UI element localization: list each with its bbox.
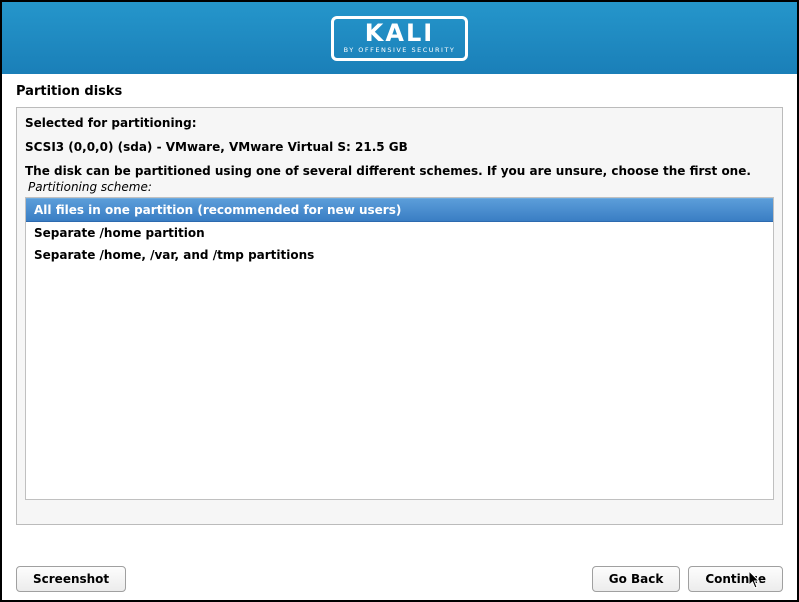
instructions-text: The disk can be partitioned using one of… [25,164,774,178]
header-banner: KALI BY OFFENSIVE SECURITY [2,2,797,74]
logo-sub-text: BY OFFENSIVE SECURITY [344,46,456,54]
scheme-option-0[interactable]: All files in one partition (recommended … [26,198,773,222]
scheme-option-2[interactable]: Separate /home, /var, and /tmp partition… [26,244,773,266]
content-panel: Selected for partitioning: SCSI3 (0,0,0)… [16,107,783,525]
scheme-option-1[interactable]: Separate /home partition [26,222,773,244]
kali-logo: KALI BY OFFENSIVE SECURITY [331,16,469,61]
scheme-label: Partitioning scheme: [28,180,774,194]
screenshot-button[interactable]: Screenshot [16,566,126,592]
page-title: Partition disks [2,74,797,107]
partitioning-scheme-list[interactable]: All files in one partition (recommended … [25,197,774,500]
go-back-button[interactable]: Go Back [592,566,681,592]
continue-button[interactable]: Continue [688,566,783,592]
disk-info: SCSI3 (0,0,0) (sda) - VMware, VMware Vir… [25,140,774,154]
logo-main-text: KALI [365,21,434,45]
intro-label: Selected for partitioning: [25,116,774,130]
footer-buttons: Screenshot Go Back Continue [16,566,783,592]
